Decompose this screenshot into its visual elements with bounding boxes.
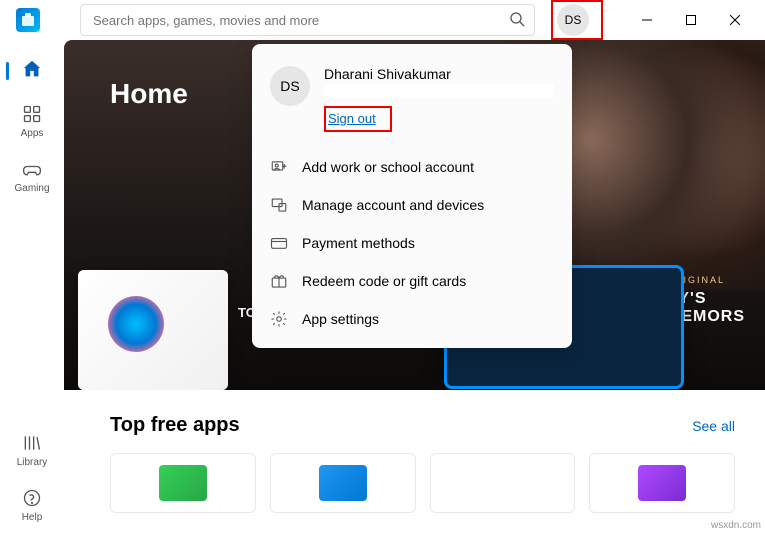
nav-apps-label: Apps — [21, 128, 44, 139]
nav-library[interactable]: Library — [4, 423, 60, 478]
close-button[interactable] — [713, 5, 757, 35]
section-header: Top free apps See all — [64, 390, 765, 437]
profile-button[interactable]: DS — [557, 4, 589, 36]
profile-highlight: DS — [551, 0, 603, 40]
avatar: DS — [270, 66, 310, 106]
menu-payment[interactable]: Payment methods — [252, 224, 572, 262]
app-tiles-row — [64, 437, 765, 513]
menu-redeem[interactable]: Redeem code or gift cards — [252, 262, 572, 300]
search-wrap — [80, 4, 535, 36]
search-input[interactable] — [80, 4, 535, 36]
app-icon — [478, 465, 526, 501]
maximize-button[interactable] — [669, 5, 713, 35]
nav-apps[interactable]: Apps — [4, 94, 60, 149]
app-tile[interactable] — [589, 453, 735, 513]
title-bar: DS — [0, 0, 765, 40]
menu-label: Payment methods — [302, 235, 415, 251]
search-icon[interactable] — [509, 11, 525, 32]
app-tile[interactable] — [110, 453, 256, 513]
nav-library-label: Library — [17, 457, 48, 468]
sidebar: Apps Gaming Library Help — [0, 40, 64, 533]
menu-manage-account[interactable]: Manage account and devices — [252, 186, 572, 224]
window-controls — [625, 5, 757, 35]
menu-app-settings[interactable]: App settings — [252, 300, 572, 338]
user-email-redacted — [324, 84, 554, 98]
nav-gaming-label: Gaming — [14, 183, 49, 194]
see-all-link[interactable]: See all — [692, 418, 735, 434]
sign-out-link[interactable]: Sign out — [328, 111, 376, 126]
dropdown-header: DS Dharani Shivakumar Sign out — [252, 62, 572, 148]
app-tile[interactable] — [270, 453, 416, 513]
profile-dropdown: DS Dharani Shivakumar Sign out Add work … — [252, 44, 572, 348]
nav-home[interactable] — [4, 48, 60, 94]
menu-label: Add work or school account — [302, 159, 474, 175]
app-tile[interactable] — [430, 453, 576, 513]
watermark: wsxdn.com — [711, 520, 761, 531]
app-icon — [159, 465, 207, 501]
app-icon — [319, 465, 367, 501]
menu-add-account[interactable]: Add work or school account — [252, 148, 572, 186]
menu-label: Redeem code or gift cards — [302, 273, 466, 289]
nav-gaming[interactable]: Gaming — [4, 149, 60, 204]
section-title: Top free apps — [110, 414, 240, 437]
app-icon — [638, 465, 686, 501]
menu-label: App settings — [302, 311, 379, 327]
user-info: Dharani Shivakumar Sign out — [324, 66, 554, 132]
user-name: Dharani Shivakumar — [324, 66, 554, 82]
hero-thumbnail[interactable] — [78, 270, 228, 390]
store-logo-icon — [16, 8, 40, 32]
nav-help[interactable]: Help — [4, 478, 60, 533]
menu-label: Manage account and devices — [302, 197, 484, 213]
minimize-button[interactable] — [625, 5, 669, 35]
signout-highlight: Sign out — [324, 106, 392, 132]
nav-help-label: Help — [22, 512, 43, 523]
page-title: Home — [110, 78, 188, 110]
